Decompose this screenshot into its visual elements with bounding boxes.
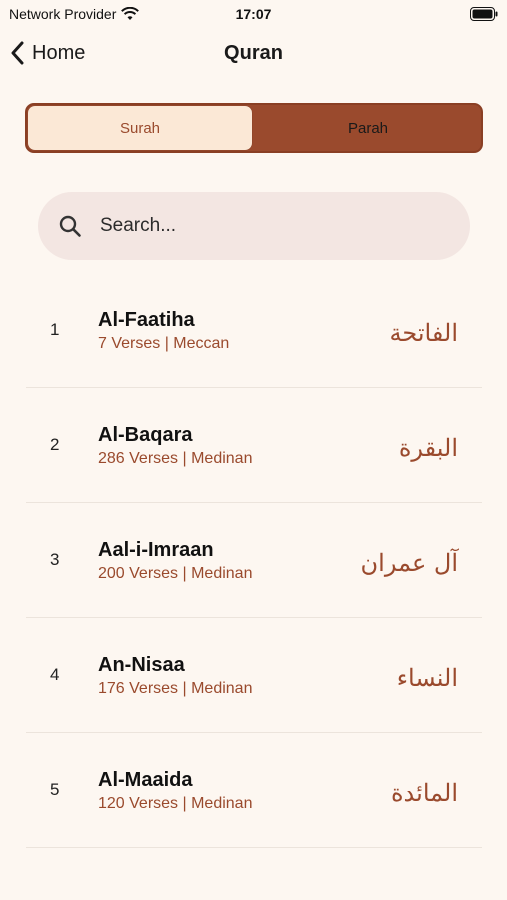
list-item[interactable]: 1 Al-Faatiha 7 Verses | Meccan الفاتحة <box>26 273 482 388</box>
surah-name: An-Nisaa <box>98 654 185 676</box>
surah-meta: 286 Verses | Medinan <box>98 450 253 467</box>
search-input[interactable] <box>100 210 450 242</box>
surah-number: 2 <box>50 435 60 454</box>
surah-name: Al-Maaida <box>98 769 193 791</box>
surah-meta: 176 Verses | Medinan <box>98 680 253 697</box>
surah-name: Al-Baqara <box>98 424 193 446</box>
surah-number: 5 <box>50 780 60 799</box>
surah-meta: 7 Verses | Meccan <box>98 335 230 352</box>
surah-number: 4 <box>50 665 60 684</box>
list-item[interactable]: 3 Aal-i-Imraan 200 Verses | Medinan آل ع… <box>26 503 482 618</box>
list-item[interactable]: 2 Al-Baqara 286 Verses | Medinan البقرة <box>26 388 482 503</box>
segment-parah[interactable]: Parah <box>256 106 480 150</box>
surah-arabic-name: الفاتحة <box>389 319 458 347</box>
surah-name: Al-Faatiha <box>98 309 195 331</box>
segment-surah[interactable]: Surah <box>28 106 252 150</box>
search-icon <box>59 215 81 237</box>
surah-meta: 200 Verses | Medinan <box>98 565 253 582</box>
surah-number: 1 <box>50 320 60 339</box>
surah-name: Aal-i-Imraan <box>98 539 214 561</box>
list-item[interactable]: 5 Al-Maaida 120 Verses | Medinan المائدة <box>26 733 482 848</box>
surah-parah-segmented-control: Surah Parah <box>25 103 483 153</box>
surah-meta: 120 Verses | Medinan <box>98 795 253 812</box>
battery-icon <box>470 7 498 21</box>
surah-arabic-name: آل عمران <box>360 549 458 577</box>
status-bar: Network Provider 17:07 <box>0 0 507 28</box>
surah-arabic-name: البقرة <box>398 434 458 462</box>
surah-arabic-name: المائدة <box>390 779 458 807</box>
surah-list: 1 Al-Faatiha 7 Verses | Meccan الفاتحة 2… <box>0 273 507 848</box>
search-bar <box>38 192 470 260</box>
surah-number: 3 <box>50 550 60 569</box>
surah-arabic-name: النساء <box>396 664 458 692</box>
status-time: 17:07 <box>235 6 272 22</box>
page-title: Quran <box>224 42 283 64</box>
list-item[interactable]: 4 An-Nisaa 176 Verses | Medinan النساء <box>26 618 482 733</box>
navigation-bar: Home Quran <box>0 36 507 72</box>
